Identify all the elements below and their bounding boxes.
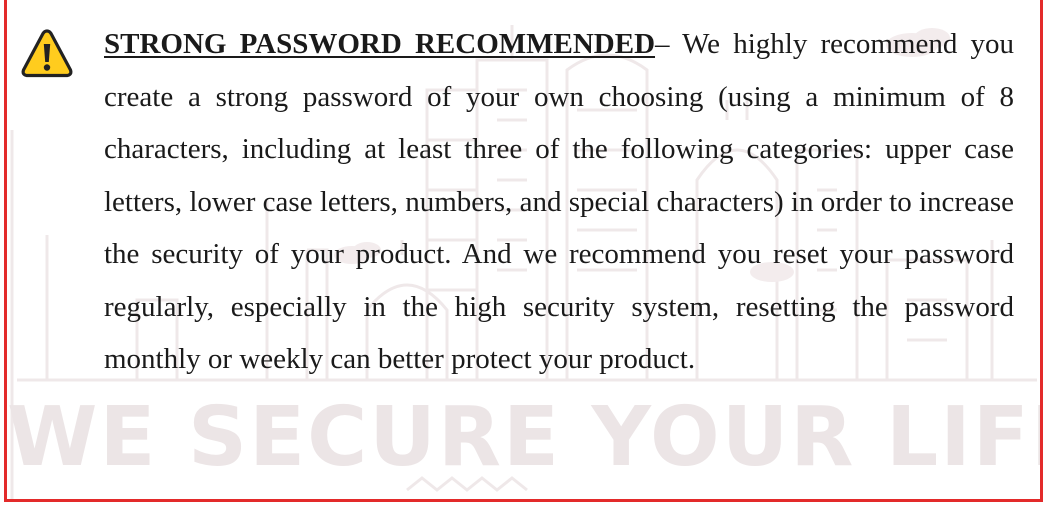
notice-body: – We highly recommend you create a stron… bbox=[104, 28, 1014, 375]
strong-password-notice: WE SECURE YOUR LIFE STRONG PASSWORD RECO… bbox=[4, 0, 1043, 502]
warning-icon bbox=[21, 29, 73, 78]
watermark-slogan: WE SECURE YOUR LIFE bbox=[7, 390, 1043, 485]
notice-heading: STRONG PASSWORD RECOMMENDED bbox=[104, 28, 656, 60]
notice-paragraph: STRONG PASSWORD RECOMMENDED– We highly r… bbox=[104, 18, 1014, 386]
